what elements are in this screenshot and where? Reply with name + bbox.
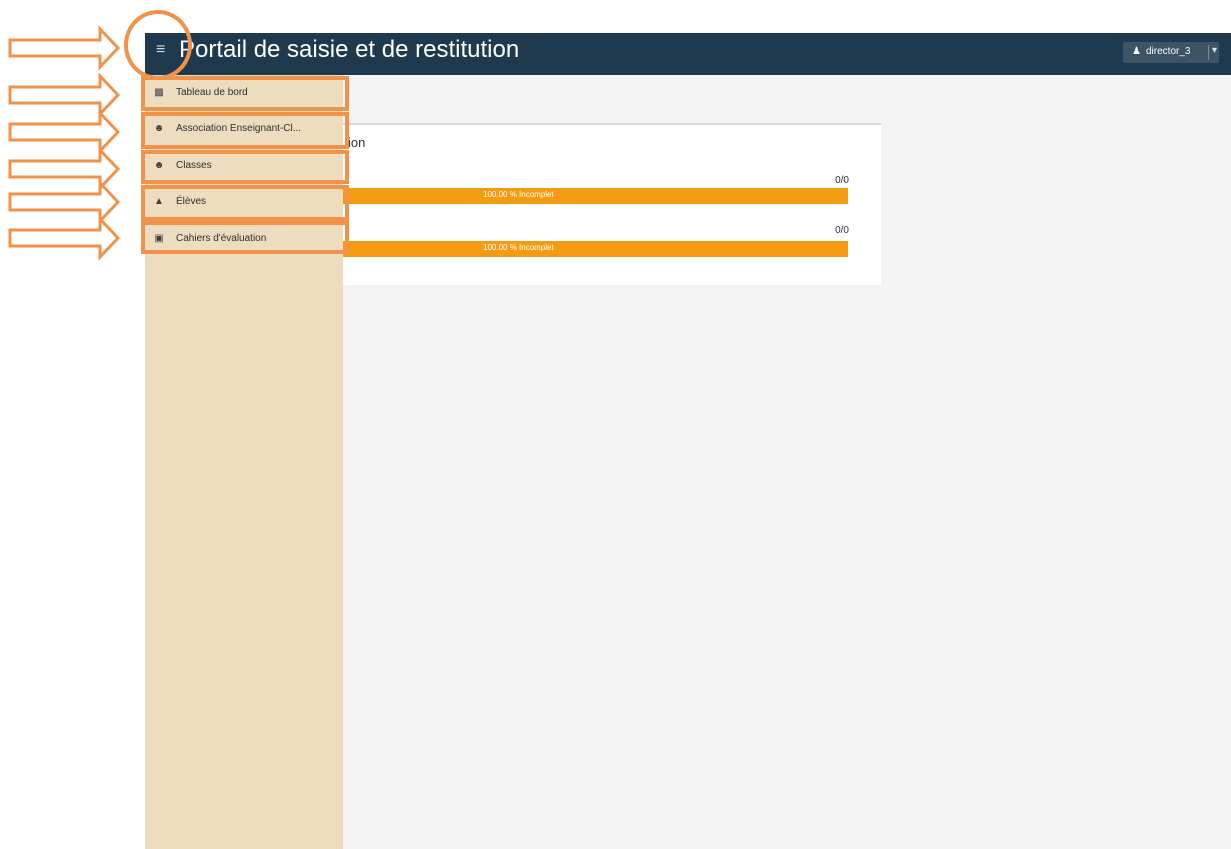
annotation-arrow	[8, 146, 121, 192]
progress-card: ion 0/0 100.00 % Incomplet 0/0 100.00 % …	[343, 123, 881, 285]
annotation-arrow	[8, 215, 121, 261]
user-icon: ♟	[1132, 46, 1141, 57]
card-title: ion	[348, 135, 366, 150]
progress-count: 0/0	[835, 175, 849, 186]
top-navbar: ≡ Portail de saisie et de restitution ♟ …	[145, 33, 1231, 75]
chevron-down-icon[interactable]: ▾	[1212, 45, 1217, 56]
annotation-box	[141, 185, 349, 221]
annotation-arrow	[8, 109, 121, 155]
annotation-box	[141, 150, 349, 184]
annotation-box	[141, 112, 349, 149]
progress-label: 100.00 % Incomplet	[483, 243, 554, 252]
annotation-circle	[124, 10, 192, 80]
progress-count: 0/0	[835, 225, 849, 236]
annotation-arrow	[8, 72, 121, 118]
divider	[1208, 45, 1209, 60]
annotation-box	[141, 221, 349, 254]
user-menu-button[interactable]: ♟ director_3 ▾	[1123, 42, 1219, 63]
progress-label: 100.00 % Incomplet	[483, 190, 554, 199]
username: director_3	[1146, 46, 1191, 57]
annotation-arrow	[8, 179, 121, 225]
progress-bar: 100.00 % Incomplet	[343, 188, 848, 204]
annotation-box	[141, 76, 349, 111]
annotation-arrow	[8, 25, 121, 71]
page-title: Portail de saisie et de restitution	[179, 36, 520, 63]
progress-bar: 100.00 % Incomplet	[343, 241, 848, 257]
